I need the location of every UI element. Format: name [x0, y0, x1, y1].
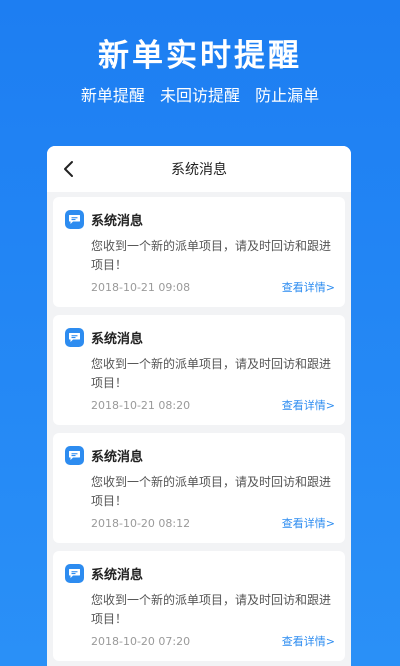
message-footer: 2018-10-21 09:08 查看详情> [91, 279, 335, 295]
message-card[interactable]: 系统消息 您收到一个新的派单项目，请及时回访和跟进项目！ 2018-10-20 … [53, 433, 345, 543]
hero-subtitle-3: 防止漏单 [255, 86, 320, 105]
message-body: 您收到一个新的派单项目，请及时回访和跟进项目！ [91, 239, 332, 272]
view-details-link[interactable]: 查看详情> [282, 397, 335, 413]
message-header: 系统消息 [65, 564, 333, 583]
message-header: 系统消息 [65, 446, 333, 465]
hero-subtitle-1: 新单提醒 [80, 86, 145, 105]
message-title: 系统消息 [91, 450, 144, 465]
nav-bar: 系统消息 [47, 146, 351, 192]
message-body: 您收到一个新的派单项目，请及时回访和跟进项目！ [91, 475, 332, 508]
hero-title: 新单实时提醒 [98, 38, 302, 74]
message-title: 系统消息 [91, 568, 144, 583]
message-header: 系统消息 [65, 328, 333, 347]
message-time: 2018-10-21 09:08 [91, 280, 191, 294]
message-footer: 2018-10-20 07:20 查看详情> [91, 633, 335, 649]
screen-title: 系统消息 [171, 162, 227, 178]
message-footer: 2018-10-20 08:12 查看详情> [91, 515, 335, 531]
message-card[interactable]: 系统消息 您收到一个新的派单项目，请及时回访和跟进项目！ 2018-10-21 … [53, 197, 345, 307]
message-list: 系统消息 您收到一个新的派单项目，请及时回访和跟进项目！ 2018-10-21 … [47, 192, 351, 661]
chevron-left-icon[interactable] [59, 159, 79, 179]
message-header: 系统消息 [65, 210, 333, 229]
hero-subtitle: 新单提醒 未回访提醒 防止漏单 [0, 82, 400, 106]
chat-bubble-icon [65, 446, 84, 465]
message-body: 您收到一个新的派单项目，请及时回访和跟进项目！ [91, 593, 332, 626]
view-details-link[interactable]: 查看详情> [282, 279, 335, 295]
message-footer: 2018-10-21 08:20 查看详情> [91, 397, 335, 413]
message-body: 您收到一个新的派单项目，请及时回访和跟进项目！ [91, 357, 332, 390]
message-card[interactable]: 系统消息 您收到一个新的派单项目，请及时回访和跟进项目！ 2018-10-21 … [53, 315, 345, 425]
chat-bubble-icon [65, 328, 84, 347]
chat-bubble-icon [65, 564, 84, 583]
chat-bubble-icon [65, 210, 84, 229]
message-time: 2018-10-20 08:12 [91, 516, 191, 530]
phone-screen: 系统消息 系统消息 您收到一个新的派单项目，请及时回访和跟进项目！ 2018-1… [47, 146, 351, 666]
view-details-link[interactable]: 查看详情> [282, 633, 335, 649]
view-details-link[interactable]: 查看详情> [282, 515, 335, 531]
message-title: 系统消息 [91, 214, 144, 229]
message-title: 系统消息 [91, 332, 144, 347]
message-card[interactable]: 系统消息 您收到一个新的派单项目，请及时回访和跟进项目！ 2018-10-20 … [53, 551, 345, 661]
hero-subtitle-2: 未回访提醒 [159, 86, 240, 105]
message-time: 2018-10-21 08:20 [91, 398, 191, 412]
promo-page: 新单实时提醒 新单提醒 未回访提醒 防止漏单 系统消息 系统消息 您收到一个新的… [0, 0, 400, 666]
message-time: 2018-10-20 07:20 [91, 634, 191, 648]
